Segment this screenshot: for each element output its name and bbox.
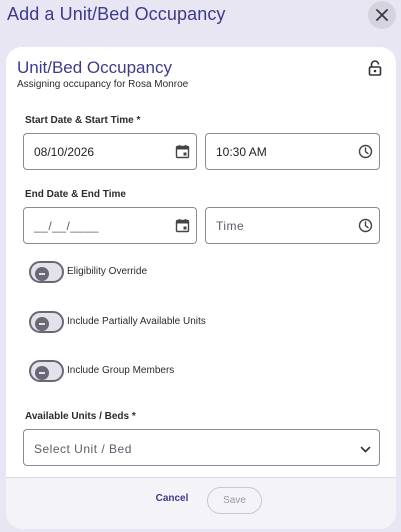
- unit-bed-select[interactable]: Select Unit / Bed: [23, 429, 380, 466]
- toggle-knob: [35, 317, 49, 331]
- lock-open-icon[interactable]: [368, 60, 382, 76]
- start-datetime-label: Start Date & Start Time *: [25, 115, 141, 126]
- footer-divider: [6, 477, 396, 478]
- end-time-input[interactable]: Time: [205, 207, 380, 244]
- toggle-knob: [35, 366, 49, 380]
- save-button[interactable]: Save: [207, 487, 262, 514]
- clock-icon[interactable]: [358, 144, 373, 159]
- calendar-icon[interactable]: [175, 218, 190, 233]
- eligibility-override-label: Eligibility Override: [67, 266, 148, 277]
- end-time-placeholder: Time: [216, 219, 245, 233]
- card-title: Unit/Bed Occupancy: [17, 58, 172, 77]
- toggle-knob: [35, 267, 49, 281]
- partial-units-toggle-row: Include Partially Available Units: [29, 311, 369, 333]
- start-time-value: 10:30 AM: [216, 145, 267, 159]
- form-body: Unit/Bed Occupancy Assigning occupancy f…: [6, 47, 396, 477]
- calendar-icon[interactable]: [175, 144, 190, 159]
- include-partial-units-toggle[interactable]: [29, 311, 64, 333]
- include-partial-units-label: Include Partially Available Units: [67, 316, 206, 327]
- group-members-toggle-row: Include Group Members: [29, 360, 369, 382]
- close-icon: [376, 9, 388, 21]
- eligibility-override-toggle-row: Eligibility Override: [29, 261, 369, 283]
- start-time-input[interactable]: 10:30 AM: [205, 133, 380, 170]
- clock-icon[interactable]: [358, 218, 373, 233]
- eligibility-override-toggle[interactable]: [29, 261, 64, 283]
- card-subtitle: Assigning occupancy for Rosa Monroe: [17, 79, 189, 90]
- available-units-label: Available Units / Beds *: [25, 411, 136, 422]
- dialog-header: Add a Unit/Bed Occupancy: [0, 0, 401, 30]
- end-date-placeholder: __/__/____: [34, 219, 100, 233]
- start-date-input[interactable]: 08/10/2026: [23, 133, 197, 170]
- occupancy-card: Unit/Bed Occupancy Assigning occupancy f…: [6, 47, 396, 529]
- chevron-down-icon: [360, 446, 371, 453]
- cancel-button[interactable]: Cancel: [151, 493, 193, 509]
- include-group-members-label: Include Group Members: [67, 365, 175, 376]
- close-button[interactable]: [368, 1, 396, 29]
- dialog-title: Add a Unit/Bed Occupancy: [7, 4, 226, 24]
- start-date-value: 08/10/2026: [34, 145, 95, 159]
- end-datetime-label: End Date & End Time: [25, 189, 126, 200]
- end-date-input[interactable]: __/__/____: [23, 207, 197, 244]
- unit-bed-placeholder: Select Unit / Bed: [34, 442, 132, 456]
- include-group-members-toggle[interactable]: [29, 360, 64, 382]
